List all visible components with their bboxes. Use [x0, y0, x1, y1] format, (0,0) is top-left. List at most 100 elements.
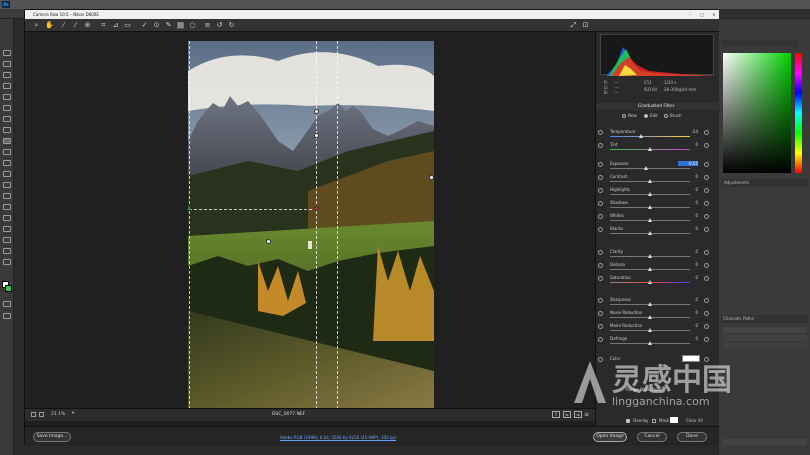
slider-thumb[interactable] [639, 134, 644, 138]
slider-thumb[interactable] [648, 328, 652, 332]
filter-pin[interactable] [314, 133, 319, 138]
plus-icon[interactable] [704, 162, 709, 167]
move-tool-icon[interactable] [3, 50, 11, 56]
stamp-tool-icon[interactable] [3, 138, 11, 144]
slider-row-exposure[interactable]: Exposure -0.55 [596, 161, 720, 174]
hue-slider[interactable] [795, 53, 802, 173]
slider-track[interactable] [610, 136, 690, 137]
slider-value[interactable]: 0 [678, 200, 698, 205]
minus-icon[interactable] [598, 298, 603, 303]
minus-icon[interactable] [598, 143, 603, 148]
slider-value[interactable]: -24 [678, 129, 698, 134]
gradient-guide-line[interactable] [189, 209, 317, 210]
minus-icon[interactable] [598, 324, 603, 329]
mode-brush-label[interactable]: Brush [670, 113, 682, 118]
slider-value[interactable]: -0.55 [678, 161, 698, 166]
adjustment-brush-icon[interactable]: ✎ [165, 22, 172, 29]
close-icon[interactable]: ✕ [709, 10, 719, 19]
plus-icon[interactable] [704, 214, 709, 219]
minus-icon[interactable] [598, 162, 603, 167]
minus-icon[interactable] [598, 214, 603, 219]
preferences-icon[interactable]: ≡ [204, 22, 211, 29]
type-tool-icon[interactable] [3, 215, 11, 221]
plus-icon[interactable] [704, 263, 709, 268]
minimize-icon[interactable]: – [685, 10, 695, 19]
minus-icon[interactable] [598, 188, 603, 193]
slider-row-sharpness[interactable]: Sharpness 0 [596, 297, 720, 310]
screen-mode-icon[interactable] [3, 313, 11, 319]
rotate-right-icon[interactable]: ↻ [228, 22, 235, 29]
mode-new-radio[interactable] [622, 114, 626, 118]
path-select-tool-icon[interactable] [3, 226, 11, 232]
overlay-checkbox[interactable] [626, 419, 630, 423]
radial-filter-icon[interactable]: ○ [189, 22, 196, 29]
slider-row-saturation[interactable]: Saturation 0 [596, 275, 720, 288]
plus-icon[interactable] [704, 324, 709, 329]
pen-tool-icon[interactable] [3, 204, 11, 210]
save-image-button[interactable]: Save Image... [33, 432, 71, 442]
quick-mask-icon[interactable] [3, 301, 11, 307]
filter-pin[interactable] [429, 175, 434, 180]
slider-track[interactable] [610, 168, 690, 169]
gradient-guide-line[interactable] [337, 41, 338, 409]
minus-icon[interactable] [598, 263, 603, 268]
dodge-tool-icon[interactable] [3, 193, 11, 199]
plus-icon[interactable] [704, 250, 709, 255]
clear-all-button[interactable]: Clear All [686, 418, 703, 423]
chevron-down-icon[interactable]: ▾ [72, 411, 74, 416]
workflow-options-link[interactable]: Adobe RGB (1998); 8 bit; 3504 by 8256 (4… [280, 435, 396, 440]
slider-thumb[interactable] [648, 218, 652, 222]
slider-thumb[interactable] [648, 302, 652, 306]
open-image-button[interactable]: Open Image [593, 432, 627, 442]
transform-icon[interactable]: ▭ [124, 22, 131, 29]
plus-icon[interactable] [704, 143, 709, 148]
crop-icon[interactable]: ⌗ [100, 22, 107, 29]
slider-row-defringe[interactable]: Defringe 0 [596, 336, 720, 349]
slider-value[interactable]: 0 [678, 323, 698, 328]
slider-row-whites[interactable]: Whites 0 [596, 213, 720, 226]
color-picker-field[interactable] [723, 53, 791, 173]
zoom-level[interactable]: 21.1% [51, 412, 65, 417]
plus-icon[interactable] [704, 130, 709, 135]
tab-channels[interactable]: Channels [723, 316, 742, 321]
plus-icon[interactable] [704, 311, 709, 316]
hand-tool-icon[interactable] [3, 248, 11, 254]
shape-tool-icon[interactable] [3, 237, 11, 243]
layers-row[interactable] [723, 343, 807, 349]
slider-row-tint[interactable]: Tint 0 [596, 142, 720, 155]
minus-icon[interactable] [598, 337, 603, 342]
slider-value[interactable]: 0 [678, 187, 698, 192]
open-in-window-icon[interactable]: ⊡ [582, 22, 589, 29]
mode-edit-radio[interactable] [644, 114, 648, 118]
slider-row-noise-reduction[interactable]: Noise Reduction 0 [596, 310, 720, 323]
plus-icon[interactable] [704, 276, 709, 281]
red-eye-icon[interactable]: ⊙ [153, 22, 160, 29]
swap-icon[interactable]: ⇆ [563, 411, 571, 418]
slider-row-temperature[interactable]: Temperature -24 [596, 129, 720, 142]
slider-thumb[interactable] [648, 315, 652, 319]
photo-preview[interactable] [188, 41, 434, 409]
filter-pin[interactable] [314, 109, 319, 114]
minus-icon[interactable] [598, 130, 603, 135]
white-balance-icon[interactable]: ⁄ [60, 22, 67, 29]
slider-thumb[interactable] [648, 267, 652, 271]
slider-value[interactable]: 0 [678, 262, 698, 267]
gradient-guide-line[interactable] [316, 41, 317, 409]
history-brush-icon[interactable] [3, 149, 11, 155]
slider-thumb[interactable] [648, 254, 652, 258]
slider-value[interactable]: 0 [678, 275, 698, 280]
slider-row-shadows[interactable]: Shadows 0 [596, 200, 720, 213]
slider-row-dehaze[interactable]: Dehaze 0 [596, 262, 720, 275]
before-after-y-icon[interactable]: Y [552, 411, 560, 418]
slider-row-moire-reduction[interactable]: Moire Reduction 0 [596, 323, 720, 336]
background-color-swatch[interactable] [5, 285, 12, 292]
minus-icon[interactable] [598, 227, 603, 232]
quick-select-tool-icon[interactable] [3, 83, 11, 89]
mode-brush-radio[interactable] [664, 114, 668, 118]
slider-thumb[interactable] [648, 280, 652, 284]
slider-thumb[interactable] [648, 192, 652, 196]
crop-tool-icon[interactable] [3, 94, 11, 100]
plus-icon[interactable] [704, 188, 709, 193]
rotate-left-icon[interactable]: ↺ [216, 22, 223, 29]
straighten-icon[interactable]: ⊿ [112, 22, 119, 29]
